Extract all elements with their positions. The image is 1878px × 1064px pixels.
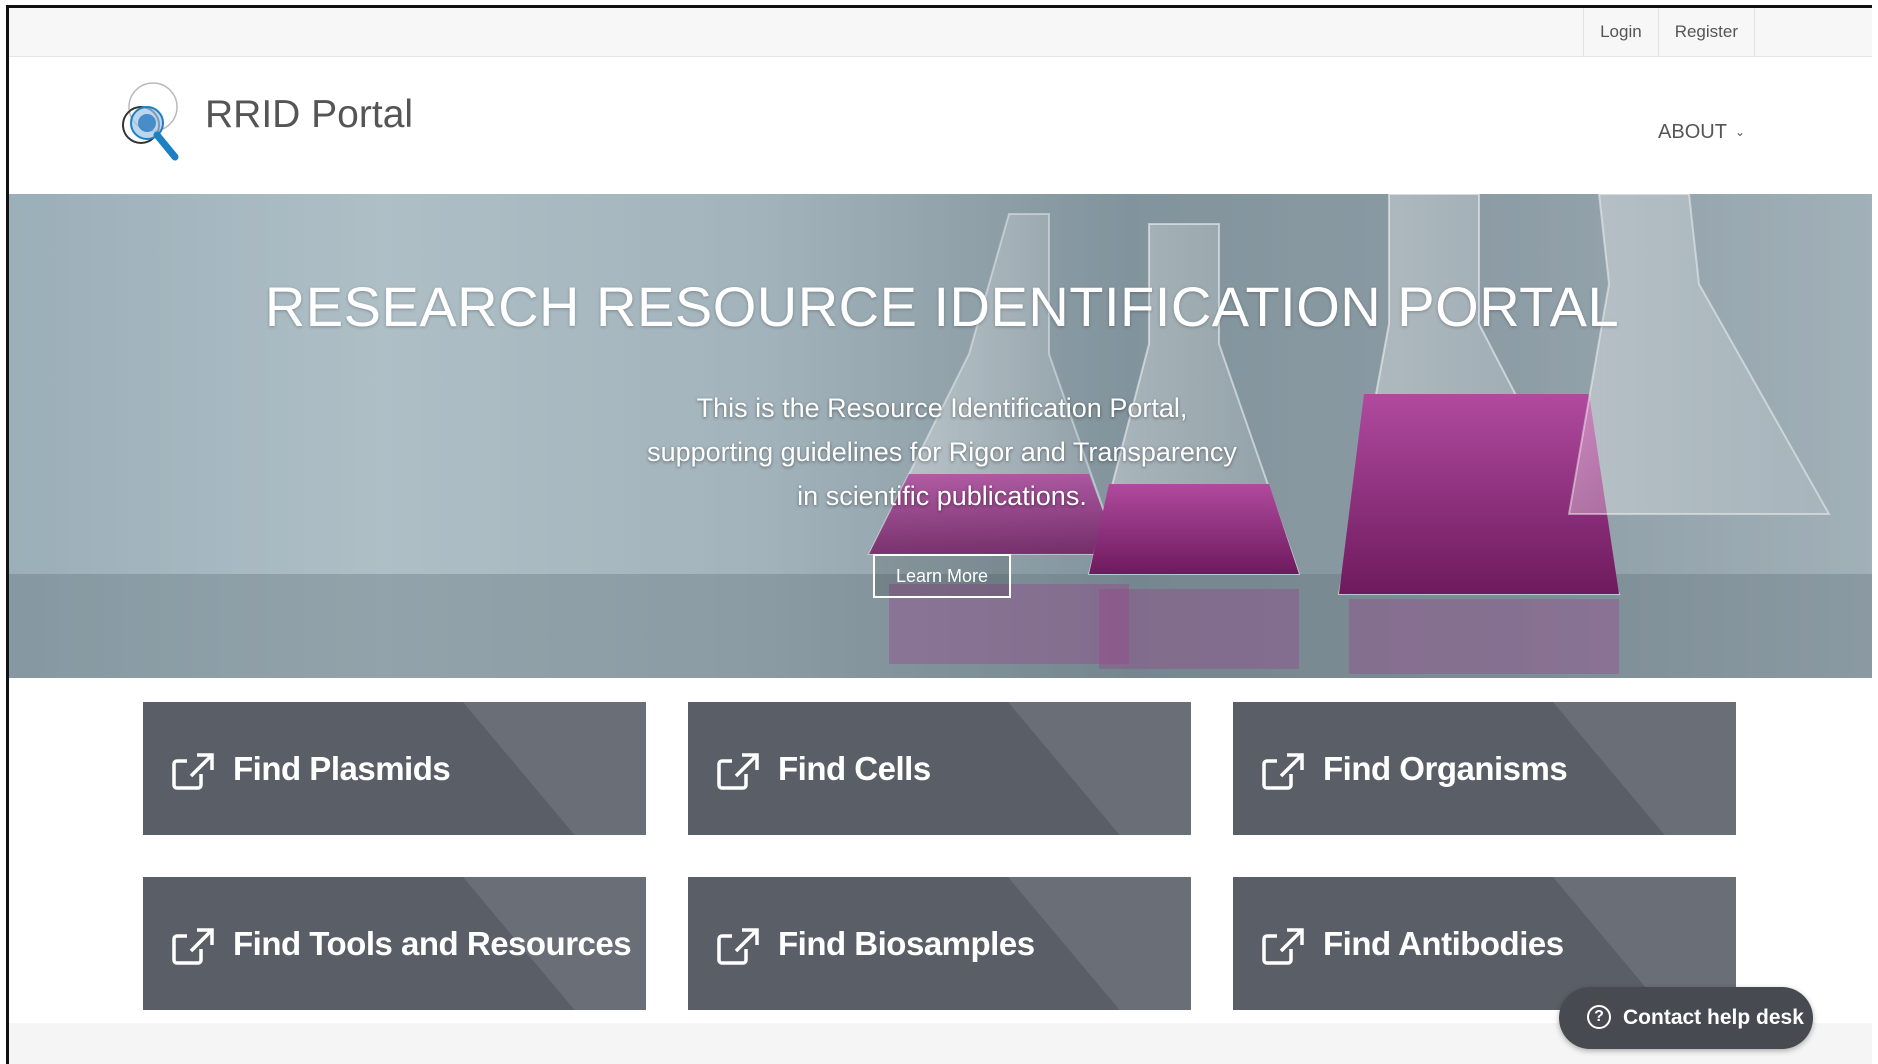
browser-viewport: Login Register RRID Portal ABOUT ⌄ RESEA… <box>6 5 1872 1064</box>
login-link[interactable]: Login <box>1583 8 1658 56</box>
account-links: Login Register <box>1583 8 1755 56</box>
card-label: Find Plasmids <box>233 750 451 787</box>
hero-subtitle-line: in scientific publications. <box>797 481 1087 511</box>
magnifier-logo-icon[interactable] <box>113 77 189 165</box>
card-label: Find Tools and Resources <box>233 925 632 962</box>
find-tools-card[interactable]: Find Tools and Resources <box>143 877 646 1010</box>
find-biosamples-card[interactable]: Find Biosamples <box>688 877 1191 1010</box>
hero-banner: RESEARCH RESOURCE IDENTIFICATION PORTAL … <box>9 194 1872 678</box>
brand-title[interactable]: RRID Portal <box>205 93 413 137</box>
external-link-icon <box>717 928 759 965</box>
card-label: Find Cells <box>778 750 931 787</box>
external-link-icon <box>1262 753 1304 790</box>
help-desk-label: Contact help desk <box>1623 1006 1804 1029</box>
hero-subtitle-line: supporting guidelines for Rigor and Tran… <box>647 437 1237 467</box>
external-link-icon <box>172 928 214 965</box>
hero-subtitle: This is the Resource Identification Port… <box>9 386 1872 518</box>
about-menu[interactable]: ABOUT ⌄ <box>1658 121 1745 144</box>
question-circle-icon: ? <box>1587 1005 1611 1029</box>
hero-title: RESEARCH RESOURCE IDENTIFICATION PORTAL <box>264 275 1620 338</box>
contact-help-desk-button[interactable]: ? Contact help desk <box>1559 987 1813 1049</box>
hero-subtitle-line: This is the Resource Identification Port… <box>696 393 1188 423</box>
about-menu-label: ABOUT <box>1658 121 1727 143</box>
chevron-down-icon: ⌄ <box>1734 125 1745 139</box>
find-plasmids-card[interactable]: Find Plasmids <box>143 702 646 835</box>
card-label: Find Biosamples <box>778 925 1035 962</box>
site-header: RRID Portal ABOUT ⌄ <box>9 57 1872 194</box>
learn-more-button[interactable]: Learn More <box>873 554 1011 598</box>
card-label: Find Antibodies <box>1323 925 1564 962</box>
external-link-icon <box>172 753 214 790</box>
top-utility-bar: Login Register <box>9 8 1872 57</box>
card-label: Find Organisms <box>1323 750 1568 787</box>
find-cells-card[interactable]: Find Cells <box>688 702 1191 835</box>
find-organisms-card[interactable]: Find Organisms <box>1233 702 1736 835</box>
external-link-icon <box>717 753 759 790</box>
external-link-icon <box>1262 928 1304 965</box>
register-link[interactable]: Register <box>1657 8 1755 56</box>
